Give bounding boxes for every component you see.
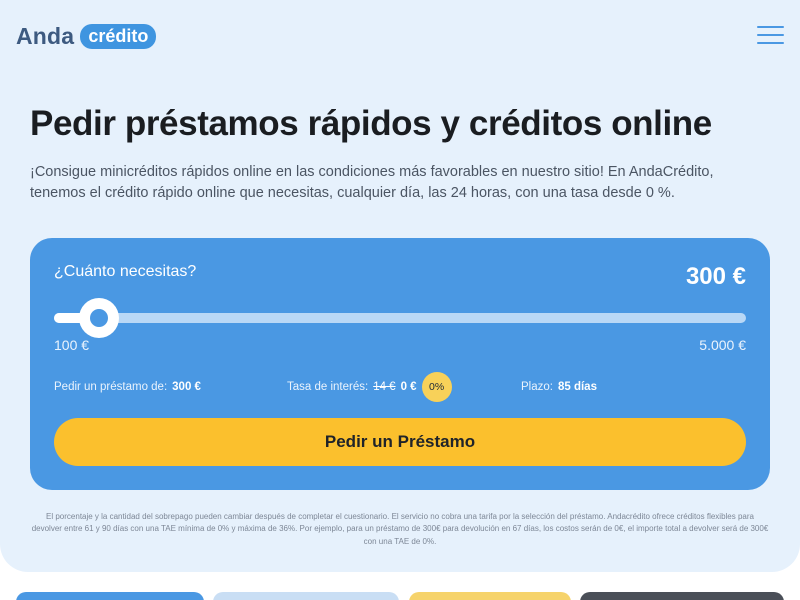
term-detail: Plazo: 85 días: [521, 372, 597, 402]
interest-old-value: 14 €: [373, 381, 396, 393]
term-value: 85 días: [557, 381, 597, 393]
request-loan-button[interactable]: Pedir un Préstamo: [54, 418, 746, 466]
interest-label: Tasa de interés:: [287, 381, 369, 393]
menu-line: [757, 42, 784, 44]
page-title: Pedir préstamos rápidos y créditos onlin…: [30, 104, 712, 143]
site-header: Anda crédito: [16, 20, 784, 52]
feature-card-3: [409, 592, 571, 600]
loan-details: Pedir un préstamo de: 300 € Tasa de inte…: [54, 372, 746, 402]
interest-new-value: 0 €: [400, 381, 417, 393]
slider-max-label: 5.000 €: [699, 337, 746, 353]
andacredito-logo[interactable]: Anda crédito: [16, 22, 157, 50]
loan-amount-detail: Pedir un préstamo de: 300 €: [54, 372, 201, 402]
slider-min-label: 100 €: [54, 337, 90, 353]
slider-thumb[interactable]: [79, 298, 119, 338]
interest-rate-badge: 0%: [421, 372, 452, 402]
loan-amount-label: Pedir un préstamo de:: [54, 381, 168, 393]
amount-slider[interactable]: [54, 298, 746, 338]
logo-word: Anda: [16, 23, 75, 49]
amount-display: 300 €: [685, 263, 746, 290]
interest-detail: Tasa de interés: 14 € 0 € 0%: [287, 372, 452, 402]
feature-card-2: [213, 592, 399, 600]
loan-amount-value: 300 €: [172, 381, 201, 393]
feature-card-1: [16, 592, 204, 600]
slider-track[interactable]: [54, 313, 746, 323]
amount-question: ¿Cuánto necesitas?: [54, 263, 197, 280]
menu-line: [757, 26, 784, 28]
intro-text: ¡Consigue minicréditos rápidos online en…: [30, 164, 714, 201]
logo-badge: crédito: [80, 23, 157, 49]
menu-line: [757, 34, 784, 36]
hamburger-menu-icon[interactable]: [757, 26, 784, 44]
term-label: Plazo:: [521, 381, 553, 393]
hero-section: Anda crédito Pedir préstamos rápidos y c…: [0, 0, 800, 572]
feature-card-4: [580, 592, 784, 600]
disclaimer-text: El porcentaje y la cantidad del sobrepag…: [31, 512, 769, 546]
loan-calculator: ¿Cuánto necesitas? 300 € 100 € 5.000 € P…: [30, 238, 770, 490]
